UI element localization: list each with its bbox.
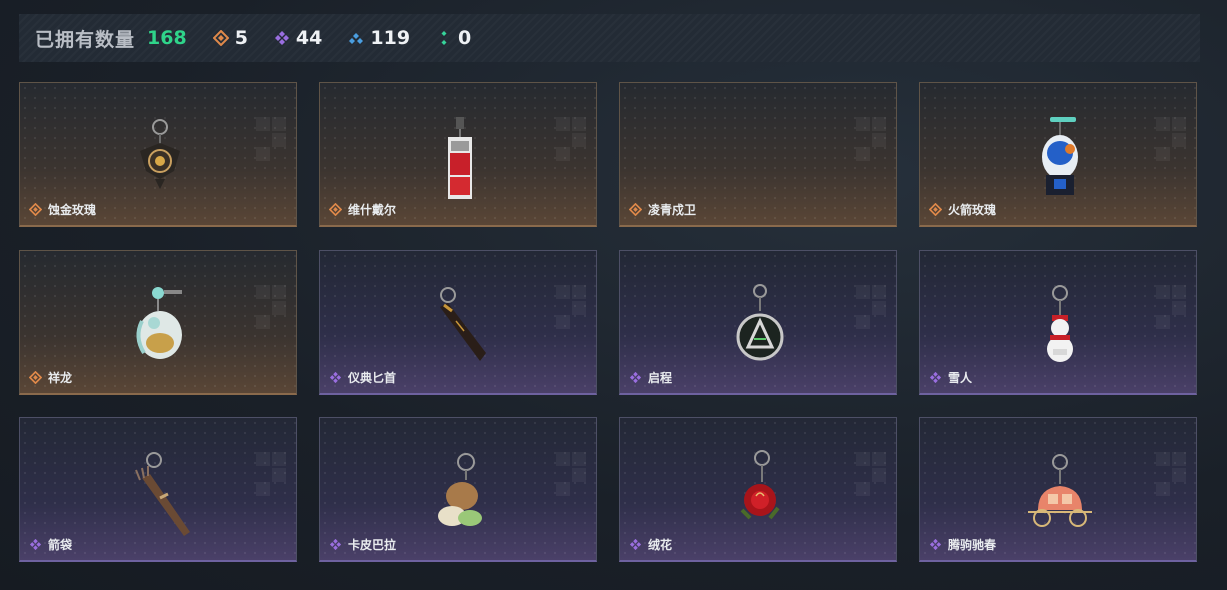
orange-diamond-icon [212, 30, 229, 46]
green-count: 0 [458, 27, 472, 49]
capybara-keychain-icon [438, 453, 482, 526]
purple-count: 44 [295, 27, 323, 49]
card-footer: 卡皮巴拉 [329, 536, 396, 553]
card-footer: 凌青戍卫 [629, 201, 696, 218]
item-name: 绒花 [648, 538, 673, 552]
item-card[interactable]: 蚀金玫瑰 [19, 82, 297, 227]
carriage-keychain-icon [1028, 454, 1092, 527]
orange-rarity-icon [629, 203, 642, 216]
rarity-stat-blue: 119 [348, 27, 410, 49]
card-footer: 火箭玫瑰 [929, 201, 996, 218]
card-decoration [856, 452, 886, 496]
item-card[interactable]: 箭袋 [19, 417, 297, 562]
card-keychain-icon [448, 117, 472, 199]
orange-rarity-icon [329, 203, 342, 216]
rarity-stat-green: 0 [436, 27, 471, 49]
rarity-stat-orange: 5 [212, 27, 248, 49]
item-card[interactable]: 火箭玫瑰 [919, 82, 1197, 227]
item-name: 维什戴尔 [348, 203, 397, 217]
rarity-stat-purple: 44 [274, 27, 322, 49]
card-footer: 腾驹驰春 [929, 536, 996, 553]
item-card[interactable]: 启程 [619, 250, 897, 395]
card-decoration [556, 452, 586, 496]
item-name: 启程 [648, 371, 673, 385]
card-footer: 箭袋 [29, 536, 72, 553]
card-footer: 蚀金玫瑰 [29, 201, 96, 218]
item-card[interactable]: 维什戴尔 [319, 82, 597, 227]
purple-rarity-icon [29, 538, 42, 551]
item-name: 祥龙 [48, 371, 73, 385]
orange-rarity-icon [29, 203, 42, 216]
card-decoration [1156, 452, 1186, 496]
green-diamond-icon [441, 31, 447, 45]
purple-diamond-icon [274, 31, 289, 45]
item-card[interactable]: 腾驹驰春 [919, 417, 1197, 562]
card-decoration [256, 285, 286, 329]
card-decoration [556, 117, 586, 161]
card-footer: 维什戴尔 [329, 201, 396, 218]
blue-diamond-icon [349, 33, 364, 44]
purple-rarity-icon [329, 538, 342, 551]
purple-rarity-icon [929, 371, 942, 384]
card-decoration [556, 285, 586, 329]
purple-rarity-icon [629, 538, 642, 551]
keychain-collection-page: 已拥有数量 168 5 44 119 0 蚀金玫瑰 维什戴尔 凌青戍卫 火箭玫瑰… [0, 0, 1227, 590]
collection-header: 已拥有数量 168 5 44 119 0 [19, 14, 1200, 62]
dragon-keychain-icon [136, 287, 182, 359]
card-footer: 启程 [629, 369, 672, 386]
item-card[interactable]: 雪人 [919, 250, 1197, 395]
item-name: 火箭玫瑰 [948, 203, 997, 217]
card-footer: 雪人 [929, 369, 972, 386]
purple-rarity-icon [629, 371, 642, 384]
orange-rarity-icon [929, 203, 942, 216]
item-card[interactable]: 卡皮巴拉 [319, 417, 597, 562]
rocket-keychain-icon [1042, 117, 1078, 195]
item-name: 仪典匕首 [348, 371, 397, 385]
orange-rarity-icon [29, 371, 42, 384]
item-card[interactable]: 仪典匕首 [319, 250, 597, 395]
item-card[interactable]: 祥龙 [19, 250, 297, 395]
item-card[interactable]: 绒花 [619, 417, 897, 562]
card-footer: 绒花 [629, 536, 672, 553]
card-decoration [856, 117, 886, 161]
owned-count: 168 [147, 27, 187, 49]
item-name: 凌青戍卫 [648, 203, 697, 217]
dagger-keychain-icon [440, 287, 486, 361]
medal-keychain-icon [736, 284, 784, 361]
item-name: 箭袋 [48, 538, 73, 552]
card-footer: 祥龙 [29, 369, 72, 386]
purple-rarity-icon [929, 538, 942, 551]
item-grid: 蚀金玫瑰 维什戴尔 凌青戍卫 火箭玫瑰 祥龙 仪典匕首 启程 雪人 箭袋 卡皮巴… [19, 82, 1201, 564]
card-decoration [256, 117, 286, 161]
snowman-keychain-icon [1047, 285, 1073, 362]
quiver-keychain-icon [135, 452, 190, 536]
item-name: 雪人 [948, 371, 973, 385]
card-decoration [856, 285, 886, 329]
flower-keychain-icon [740, 450, 780, 520]
purple-rarity-icon [329, 371, 342, 384]
item-name: 腾驹驰春 [948, 538, 997, 552]
card-decoration [256, 452, 286, 496]
item-name: 蚀金玫瑰 [48, 203, 97, 217]
card-decoration [1156, 285, 1186, 329]
card-footer: 仪典匕首 [329, 369, 396, 386]
owned-label: 已拥有数量 [35, 28, 136, 51]
item-card[interactable]: 凌青戍卫 [619, 82, 897, 227]
card-decoration [1156, 117, 1186, 161]
rose-keychain-icon [140, 119, 180, 189]
blue-count: 119 [370, 27, 411, 49]
orange-count: 5 [234, 27, 248, 49]
item-name: 卡皮巴拉 [348, 538, 397, 552]
